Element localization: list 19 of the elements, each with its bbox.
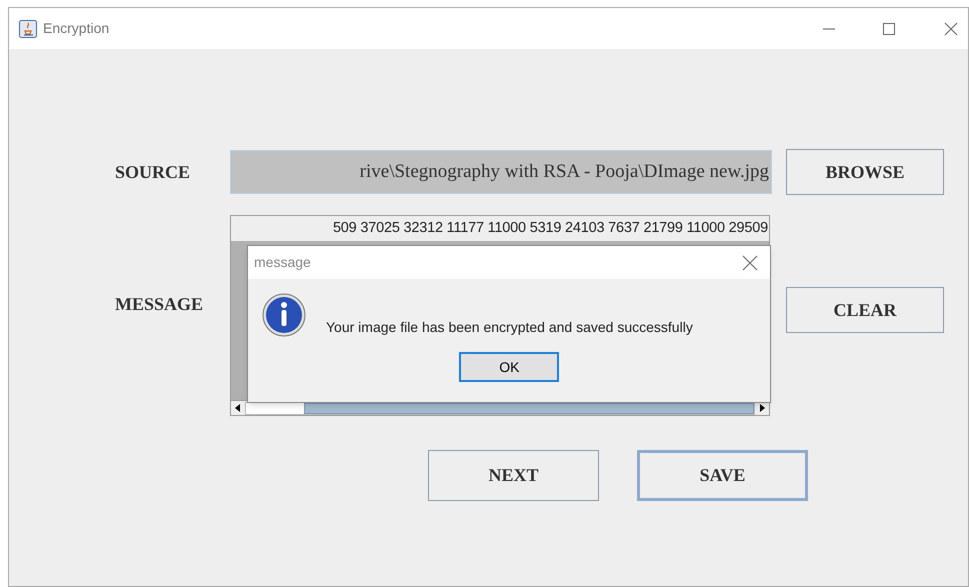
message-text: 509 37025 32312 11177 11000 5319 24103 7637 21799 11000 29509 <box>332 218 768 238</box>
close-icon[interactable] <box>944 22 958 36</box>
scrollbar-thumb[interactable] <box>304 402 754 414</box>
info-icon <box>262 293 306 337</box>
close-icon[interactable] <box>742 254 758 270</box>
dialog-title: message <box>254 253 311 272</box>
source-field[interactable]: rive\Stegnography with RSA - Pooja\DImage new.jpg <box>230 150 772 194</box>
action-button[interactable]: SAVE <box>637 450 808 501</box>
dialog-message: Your image file has been encrypted and saved successfully <box>326 318 693 337</box>
source-label: SOURCE <box>115 160 192 184</box>
maximize-icon[interactable] <box>882 22 896 36</box>
message-area[interactable]: 509 37025 32312 11177 11000 5319 24103 7637 21799 11000 29509 message Your image file has been encrypted and saved successfully OK <box>230 215 770 416</box>
window-title: Encryption <box>43 19 110 38</box>
message-label: MESSAGE <box>115 293 204 316</box>
app-icon <box>19 20 37 38</box>
ok-button[interactable]: OK <box>459 352 560 382</box>
action-button[interactable]: NEXT <box>428 450 599 501</box>
browse-button[interactable]: BROWSE <box>786 149 944 195</box>
clear-button[interactable]: CLEAR <box>786 287 944 333</box>
